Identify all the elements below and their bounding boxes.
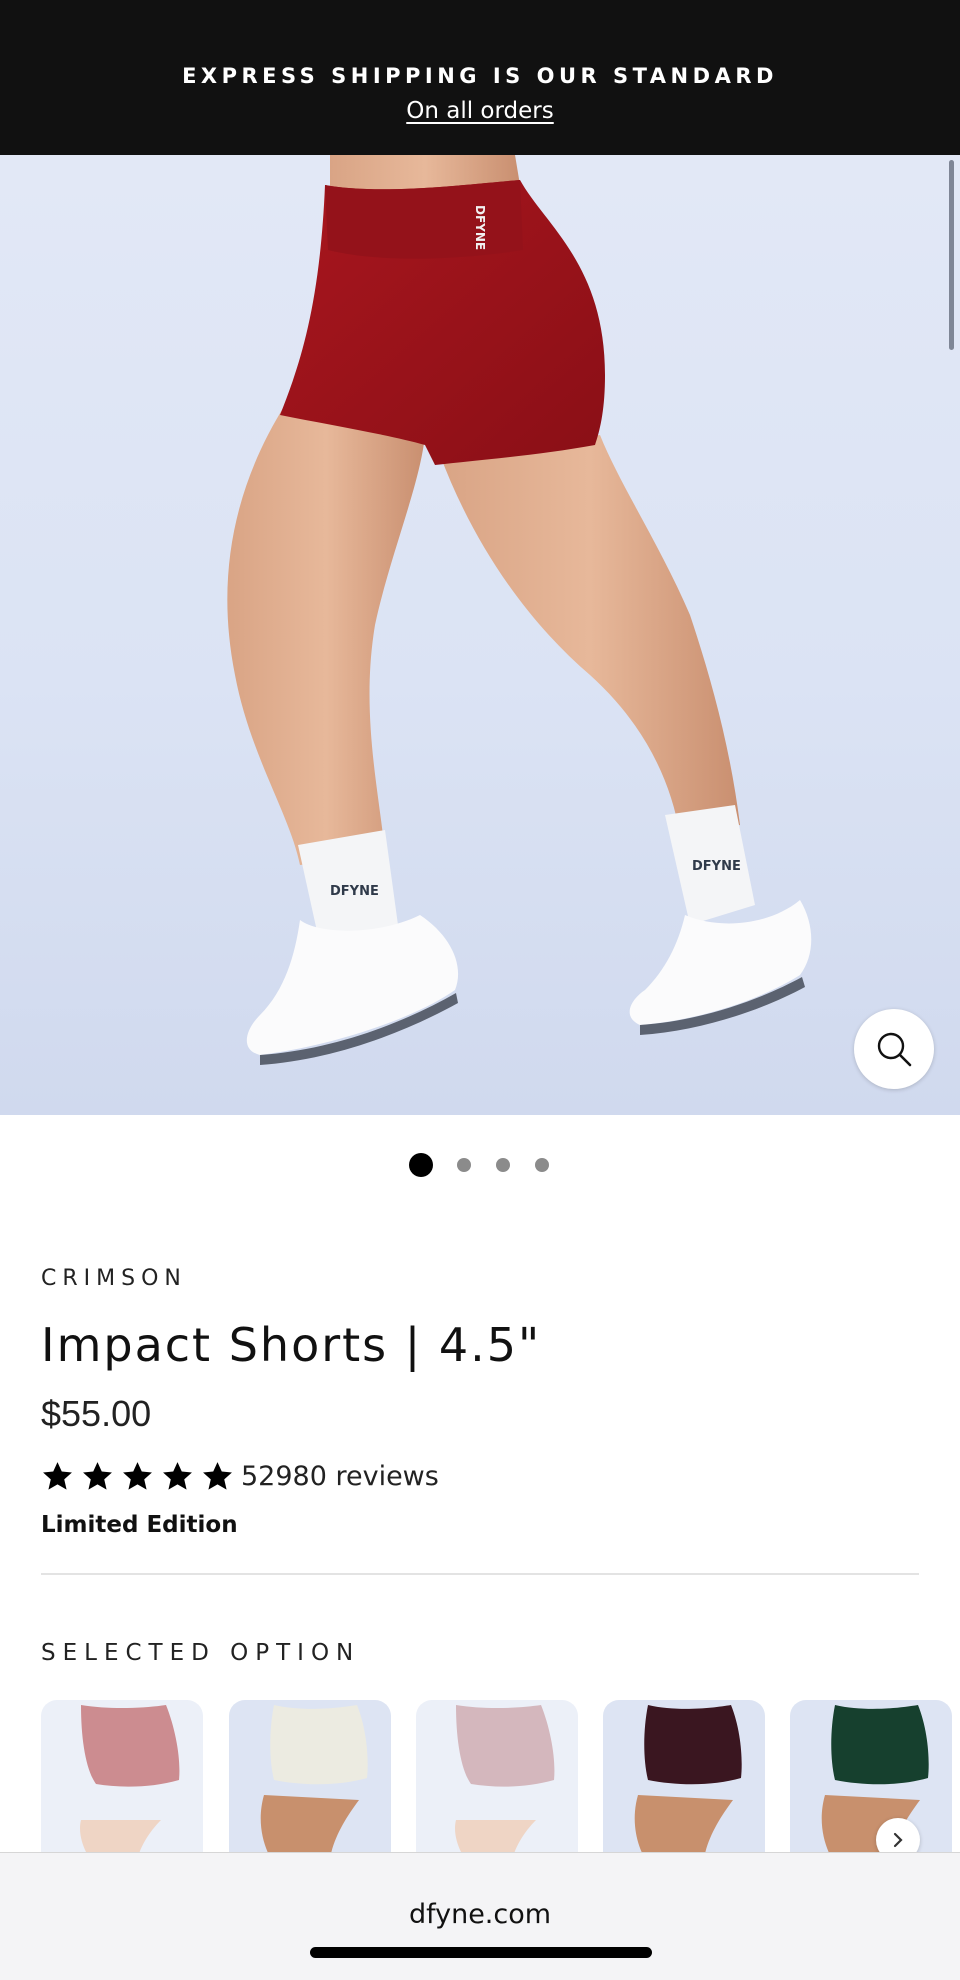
announcement-bar: EXPRESS SHIPPING IS OUR STANDARD On all … xyxy=(0,44,960,155)
variant-thumbnail xyxy=(821,1705,929,1852)
zoom-button[interactable] xyxy=(854,1009,934,1089)
carousel-dot-4[interactable] xyxy=(535,1158,549,1172)
swatch-color xyxy=(81,1705,180,1787)
sock-logo-right: DFYNE xyxy=(692,859,741,874)
waistband-logo: DFYNE xyxy=(473,205,487,250)
variant-thumbnail xyxy=(260,1705,368,1852)
chevron-right-icon xyxy=(893,1832,903,1848)
variant-swatch[interactable] xyxy=(41,1700,203,1852)
variant-thumbnail xyxy=(455,1705,555,1852)
carousel-dot-3[interactable] xyxy=(496,1158,510,1172)
magnifier-icon xyxy=(877,1032,912,1067)
status-bar xyxy=(0,0,960,44)
variant-swatch[interactable] xyxy=(229,1700,391,1852)
carousel-pagination xyxy=(0,1153,960,1177)
variant-swatch[interactable] xyxy=(416,1700,578,1852)
star-icon xyxy=(203,1461,232,1490)
announcement-link[interactable]: On all orders xyxy=(0,98,960,124)
rating-stars xyxy=(41,1460,241,1493)
product-price: $55.00 xyxy=(41,1393,152,1434)
product-photo: DFYNE DFYNE DFYNE xyxy=(227,155,812,1065)
swatch-color xyxy=(831,1705,929,1785)
product-rating[interactable]: 52980 reviews xyxy=(41,1458,439,1494)
browser-address-bar[interactable]: dfyne.com xyxy=(0,1852,960,1980)
swatch-color xyxy=(644,1705,742,1785)
url-text[interactable]: dfyne.com xyxy=(0,1899,960,1930)
swatch-color xyxy=(456,1705,555,1787)
product-color-name: CRIMSON xyxy=(41,1266,187,1291)
announcement-headline: EXPRESS SHIPPING IS OUR STANDARD xyxy=(182,64,778,88)
review-count: 52980 reviews xyxy=(241,1460,439,1492)
star-icon xyxy=(163,1461,192,1490)
star-icon xyxy=(123,1461,152,1490)
variant-swatch-list xyxy=(41,1700,960,1852)
variant-swatch[interactable] xyxy=(790,1700,952,1852)
star-icon xyxy=(43,1461,72,1490)
swatch-color xyxy=(270,1705,368,1785)
variant-thumbnail xyxy=(80,1705,180,1852)
carousel-dot-1[interactable] xyxy=(409,1153,433,1177)
page-scrollbar[interactable] xyxy=(949,160,954,350)
product-image-carousel[interactable]: DFYNE DFYNE DFYNE xyxy=(0,155,960,1115)
home-indicator[interactable] xyxy=(310,1947,652,1958)
star-icon xyxy=(83,1461,112,1490)
divider xyxy=(41,1573,919,1575)
sock-logo-left: DFYNE xyxy=(330,884,379,899)
product-title: Impact Shorts | 4.5" xyxy=(41,1318,542,1372)
variant-swatch[interactable] xyxy=(603,1700,765,1852)
variant-thumbnail xyxy=(634,1705,742,1852)
carousel-dot-2[interactable] xyxy=(457,1158,471,1172)
selected-option-label: SELECTED OPTION xyxy=(41,1640,361,1666)
edition-label: Limited Edition xyxy=(41,1512,238,1538)
